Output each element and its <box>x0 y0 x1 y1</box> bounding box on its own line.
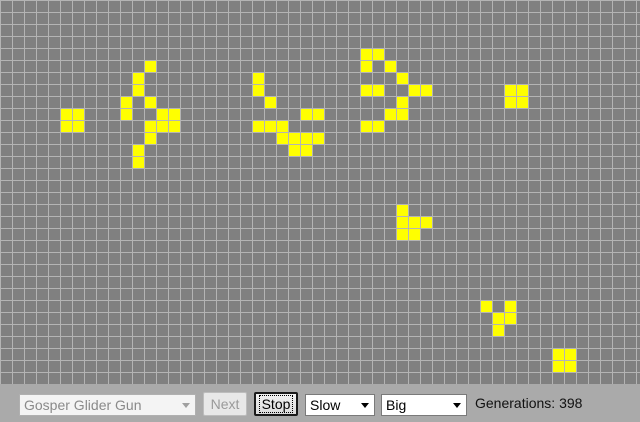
live-cell[interactable] <box>552 360 564 372</box>
live-cell[interactable] <box>360 84 372 96</box>
game-board[interactable] <box>0 0 640 384</box>
live-cell[interactable] <box>132 156 144 168</box>
live-cell[interactable] <box>384 108 396 120</box>
live-cell[interactable] <box>144 132 156 144</box>
live-cell[interactable] <box>168 108 180 120</box>
live-cell[interactable] <box>360 48 372 60</box>
live-cell[interactable] <box>60 120 72 132</box>
speed-select-value: Slow <box>310 397 341 413</box>
live-cell[interactable] <box>504 300 516 312</box>
live-cell[interactable] <box>372 48 384 60</box>
live-cell[interactable] <box>156 120 168 132</box>
live-cell[interactable] <box>252 84 264 96</box>
live-cell[interactable] <box>144 96 156 108</box>
live-cell[interactable] <box>564 348 576 360</box>
live-cell[interactable] <box>276 120 288 132</box>
live-cell[interactable] <box>264 120 276 132</box>
live-cell[interactable] <box>72 108 84 120</box>
live-cell[interactable] <box>360 120 372 132</box>
live-cell[interactable] <box>300 132 312 144</box>
next-button-label: Next <box>210 396 240 412</box>
live-cell[interactable] <box>132 84 144 96</box>
stop-button-label: Stop <box>258 395 294 413</box>
live-cell[interactable] <box>420 216 432 228</box>
live-cell[interactable] <box>516 84 528 96</box>
live-cell[interactable] <box>408 216 420 228</box>
live-cell[interactable] <box>120 108 132 120</box>
live-cell[interactable] <box>312 108 324 120</box>
live-cell[interactable] <box>504 84 516 96</box>
live-cell[interactable] <box>408 228 420 240</box>
live-cell[interactable] <box>396 96 408 108</box>
live-cell[interactable] <box>156 108 168 120</box>
live-cell[interactable] <box>396 72 408 84</box>
live-cell[interactable] <box>300 144 312 156</box>
live-cell[interactable] <box>288 144 300 156</box>
live-cell[interactable] <box>384 60 396 72</box>
live-cell[interactable] <box>72 120 84 132</box>
speed-select[interactable]: Slow <box>305 394 375 416</box>
live-cell[interactable] <box>492 312 504 324</box>
live-cell[interactable] <box>420 84 432 96</box>
chevron-down-icon <box>453 403 461 408</box>
generations-counter: Generations: 398 <box>475 395 582 411</box>
live-cell[interactable] <box>396 216 408 228</box>
live-cell[interactable] <box>144 60 156 72</box>
next-button[interactable]: Next <box>203 392 247 416</box>
live-cell[interactable] <box>132 72 144 84</box>
live-cell[interactable] <box>372 120 384 132</box>
live-cell[interactable] <box>564 360 576 372</box>
generations-label: Generations: <box>475 395 556 411</box>
live-cell[interactable] <box>396 108 408 120</box>
live-cell[interactable] <box>504 312 516 324</box>
live-cell[interactable] <box>132 144 144 156</box>
live-cell[interactable] <box>288 132 300 144</box>
live-cell[interactable] <box>300 108 312 120</box>
live-cell[interactable] <box>276 132 288 144</box>
live-cell[interactable] <box>372 84 384 96</box>
generations-value: 398 <box>559 395 583 411</box>
live-cell[interactable] <box>516 96 528 108</box>
live-cell[interactable] <box>168 120 180 132</box>
live-cell[interactable] <box>144 120 156 132</box>
live-cell[interactable] <box>552 348 564 360</box>
life-grid[interactable] <box>0 0 640 384</box>
live-cell[interactable] <box>396 228 408 240</box>
size-select[interactable]: Big <box>381 394 467 416</box>
live-cell[interactable] <box>360 60 372 72</box>
stop-button[interactable]: Stop <box>254 392 298 416</box>
live-cell[interactable] <box>120 96 132 108</box>
chevron-down-icon <box>182 403 190 408</box>
pattern-select[interactable]: Gosper Glider Gun <box>19 394 196 416</box>
live-cell[interactable] <box>396 204 408 216</box>
live-cell[interactable] <box>480 300 492 312</box>
size-select-value: Big <box>386 397 407 413</box>
live-cell[interactable] <box>264 96 276 108</box>
live-cell[interactable] <box>252 72 264 84</box>
chevron-down-icon <box>361 403 369 408</box>
pattern-select-value: Gosper Glider Gun <box>24 397 142 413</box>
live-cell[interactable] <box>492 324 504 336</box>
live-cell[interactable] <box>504 96 516 108</box>
live-cell[interactable] <box>252 120 264 132</box>
control-bar: Gosper Glider Gun Next Stop Slow Big Gen… <box>0 384 640 422</box>
live-cell[interactable] <box>60 108 72 120</box>
live-cell[interactable] <box>312 132 324 144</box>
live-cell[interactable] <box>408 84 420 96</box>
